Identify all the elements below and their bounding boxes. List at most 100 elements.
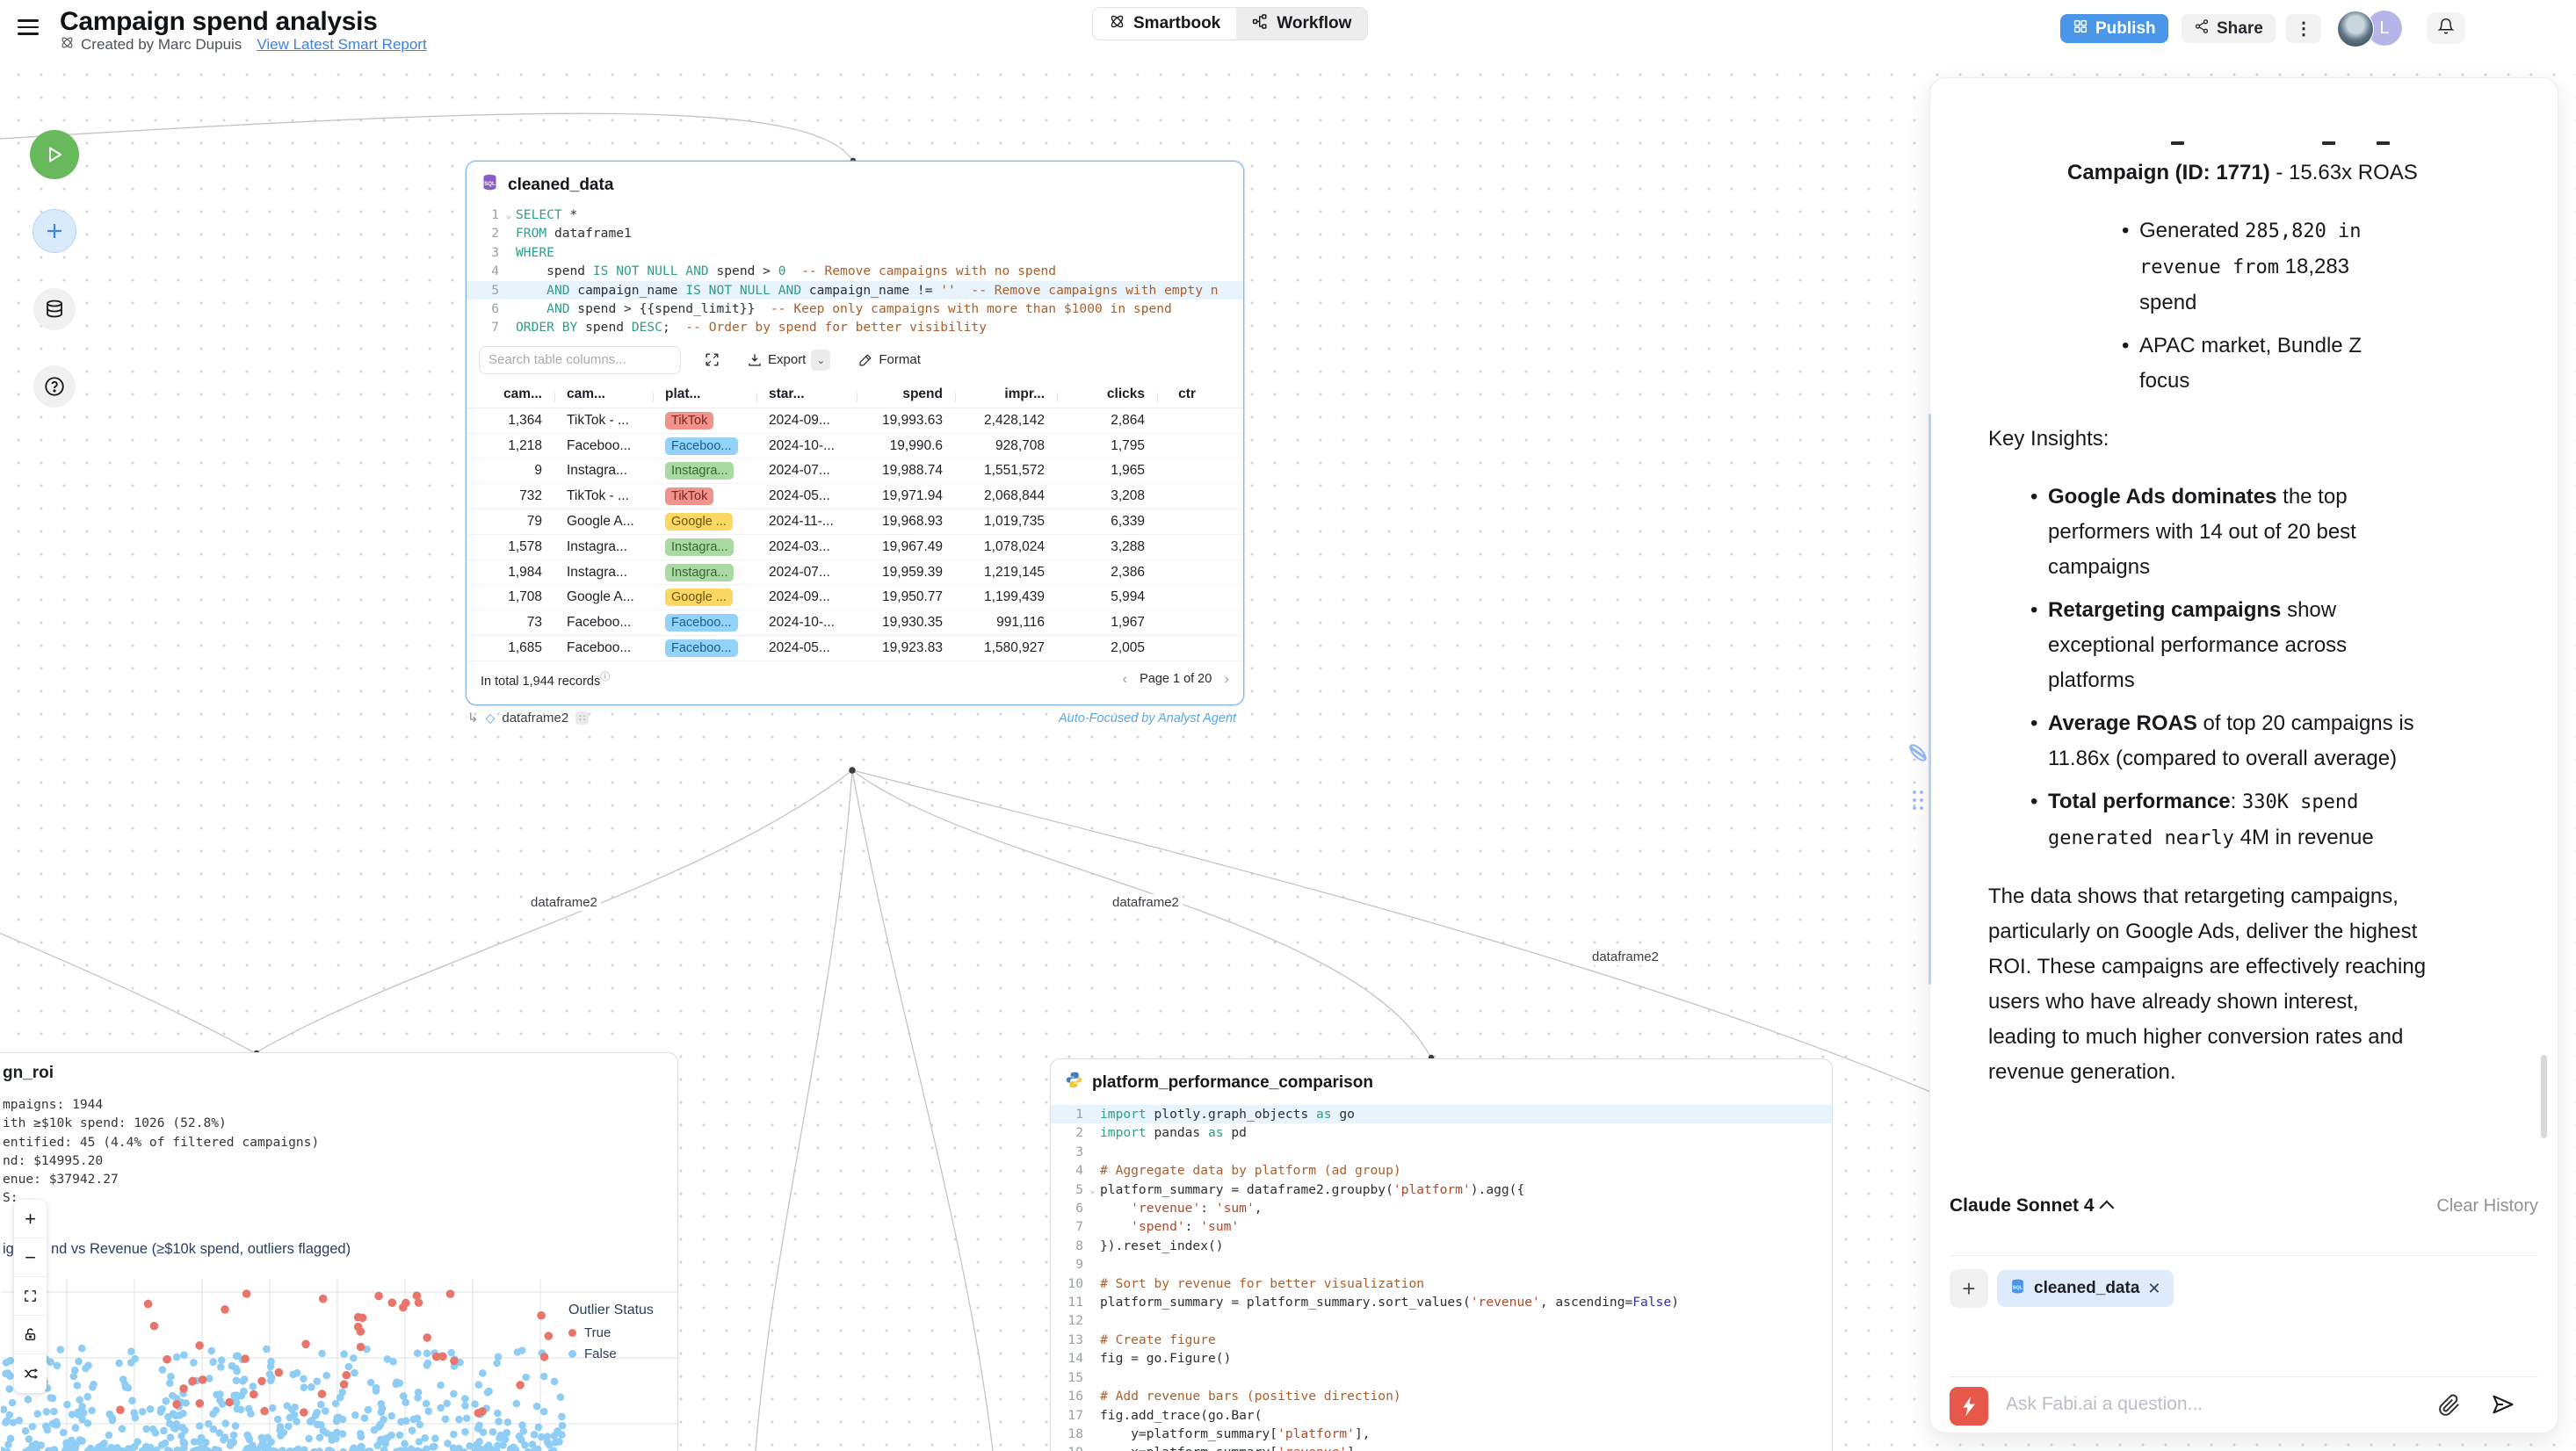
- table-cell: 2,068,844: [955, 488, 1057, 504]
- format-button[interactable]: Format: [858, 352, 921, 367]
- table-cell: 1,364: [467, 413, 554, 429]
- edge-label-dataframe2: dataframe2: [527, 894, 601, 911]
- column-header[interactable]: star...: [756, 386, 857, 402]
- list-item: Total performance: 330K spend generated …: [2029, 784, 2415, 856]
- table-cell: 2024-09...: [756, 589, 857, 605]
- node-title: cleaned_data: [508, 176, 613, 195]
- platform-badge-cell: TikTok: [653, 412, 756, 430]
- model-selector[interactable]: Claude Sonnet 4: [1950, 1195, 2114, 1216]
- table-row[interactable]: 1,578Instagra...Instagra...2024-03...19,…: [467, 535, 1243, 560]
- user-avatar[interactable]: [2337, 11, 2374, 47]
- table-row[interactable]: 9Instagra...Instagra...2024-07...19,988.…: [467, 458, 1243, 484]
- table-cell: 3,208: [1057, 488, 1157, 504]
- code-line: 6 'revenue': 'sum',: [1051, 1199, 1832, 1217]
- export-button[interactable]: Export ⌄: [747, 350, 830, 371]
- expand-table-icon[interactable]: [704, 351, 720, 368]
- table-cell: 19,930.35: [857, 615, 955, 631]
- context-chip-cleaned-data[interactable]: SQL cleaned_data ✕: [1997, 1270, 2174, 1307]
- table-row[interactable]: 732TikTok - ...TikTok2024-05...19,971.94…: [467, 484, 1243, 509]
- data-sources-button[interactable]: [33, 288, 76, 330]
- view-toggle: Smartbook Workflow: [1092, 7, 1368, 40]
- code-line: 18 y=platform_summary['platform'],: [1051, 1425, 1832, 1443]
- platform-badge-cell: Google ...: [653, 588, 756, 606]
- edge-label-dataframe2: dataframe2: [1588, 949, 1662, 965]
- node-cleaned-data[interactable]: SQL cleaned_data 1⌄SELECT *2FROM datafra…: [466, 161, 1244, 705]
- add-node-button[interactable]: [33, 209, 76, 253]
- table-cell: 19,959.39: [857, 565, 955, 581]
- table-cell: 1,685: [467, 640, 554, 656]
- clear-history-button[interactable]: Clear History: [2436, 1196, 2538, 1216]
- sql-editor[interactable]: 1⌄SELECT *2FROM dataframe13WHERE4 spend …: [467, 206, 1243, 337]
- zoom-out-button[interactable]: −: [14, 1238, 47, 1277]
- code-line: 9: [1051, 1255, 1832, 1274]
- fit-view-button[interactable]: [14, 1277, 47, 1316]
- add-context-button[interactable]: +: [1950, 1269, 1988, 1308]
- column-header[interactable]: impr...: [955, 386, 1057, 402]
- platform-badge-cell: Faceboo...: [653, 639, 756, 657]
- more-options-button[interactable]: ⋮: [2286, 14, 2321, 43]
- shuffle-button[interactable]: [14, 1354, 47, 1393]
- table-cell: 2,428,142: [955, 413, 1057, 429]
- tab-workflow[interactable]: Workflow: [1236, 8, 1367, 40]
- list-item: Retargeting campaigns show exceptional p…: [2029, 593, 2415, 698]
- code-line: 8}).reset_index(): [1051, 1237, 1832, 1255]
- platform-badge-cell: Instagra...: [653, 564, 756, 581]
- node-header: SQL cleaned_data: [467, 162, 1243, 204]
- table-cell: 19,988.74: [857, 463, 955, 479]
- platform-badge-cell: Faceboo...: [653, 437, 756, 455]
- node-platform-performance[interactable]: platform_performance_comparison 1import …: [1050, 1058, 1833, 1451]
- column-header[interactable]: plat...: [653, 386, 756, 402]
- run-workflow-button[interactable]: [30, 130, 79, 179]
- drag-handle-icon[interactable]: [1908, 787, 1928, 815]
- export-dropdown-chevron[interactable]: ⌄: [811, 350, 830, 371]
- table-row[interactable]: 1,364TikTok - ...TikTok2024-09...19,993.…: [467, 408, 1243, 434]
- next-page-icon[interactable]: ›: [1224, 670, 1229, 688]
- column-header[interactable]: spend: [857, 386, 955, 402]
- column-header[interactable]: cam...: [467, 386, 554, 402]
- table-row[interactable]: 1,218Faceboo...Faceboo...2024-10-...19,9…: [467, 434, 1243, 459]
- share-label: Share: [2217, 19, 2263, 39]
- share-button[interactable]: Share: [2182, 14, 2276, 43]
- chat-input[interactable]: [2006, 1394, 2392, 1415]
- key-insights-bullets: Google Ads dominates the top performers …: [2029, 480, 2415, 856]
- table-row[interactable]: 79Google A...Google ...2024-11-...19,968…: [467, 509, 1243, 535]
- send-icon[interactable]: [2491, 1392, 2515, 1421]
- zoom-in-button[interactable]: +: [14, 1200, 47, 1238]
- lock-button[interactable]: [14, 1316, 47, 1354]
- publish-button[interactable]: Publish: [2060, 14, 2168, 43]
- table-cell: 3,288: [1057, 539, 1157, 555]
- tab-smartbook[interactable]: Smartbook: [1093, 8, 1236, 40]
- legend-marker: [568, 1329, 576, 1337]
- menu-icon[interactable]: [18, 19, 40, 37]
- workflow-icon: [1252, 13, 1269, 35]
- scrollbar-thumb[interactable]: [2541, 1055, 2547, 1138]
- column-header[interactable]: cam...: [554, 386, 653, 402]
- platform-badge-cell: Google ...: [653, 513, 756, 531]
- notifications-button[interactable]: [2427, 12, 2465, 44]
- legend-item[interactable]: True: [568, 1325, 654, 1340]
- table-cell: 1,795: [1057, 438, 1157, 454]
- table-cell: Faceboo...: [554, 615, 653, 631]
- fabi-logo: [1950, 1387, 1988, 1426]
- help-button[interactable]: [33, 365, 76, 408]
- attach-icon[interactable]: [2438, 1394, 2461, 1421]
- format-label: Format: [879, 352, 921, 367]
- python-editor[interactable]: 1import plotly.graph_objects as go2impor…: [1051, 1105, 1832, 1451]
- smart-report-link[interactable]: View Latest Smart Report: [257, 36, 426, 54]
- legend-item[interactable]: False: [568, 1346, 654, 1361]
- prev-page-icon[interactable]: ‹: [1122, 670, 1127, 688]
- table-row[interactable]: 73Faceboo...Faceboo...2024-10-...19,930.…: [467, 610, 1243, 636]
- output-dataframe-label[interactable]: dataframe2: [502, 711, 568, 726]
- column-header[interactable]: ctr: [1157, 386, 1208, 402]
- search-input[interactable]: [479, 346, 681, 374]
- table-row[interactable]: 1,708Google A...Google ...2024-09...19,9…: [467, 585, 1243, 610]
- column-header[interactable]: clicks: [1057, 386, 1157, 402]
- remove-chip-icon[interactable]: ✕: [2147, 1280, 2160, 1298]
- table-row[interactable]: 1,984Instagra...Instagra...2024-07...19,…: [467, 560, 1243, 586]
- table-row[interactable]: 1,685Faceboo...Faceboo...2024-05...19,92…: [467, 636, 1243, 661]
- node-campaign-roi[interactable]: gn_roi mpaigns: 1944 ith ≥$10k spend: 10…: [0, 1052, 678, 1451]
- table-cell: 79: [467, 514, 554, 530]
- clipped-text-remnant: [2067, 136, 2432, 150]
- message-anchor-icon[interactable]: [1905, 740, 1931, 770]
- table-cell: 1,578: [467, 539, 554, 555]
